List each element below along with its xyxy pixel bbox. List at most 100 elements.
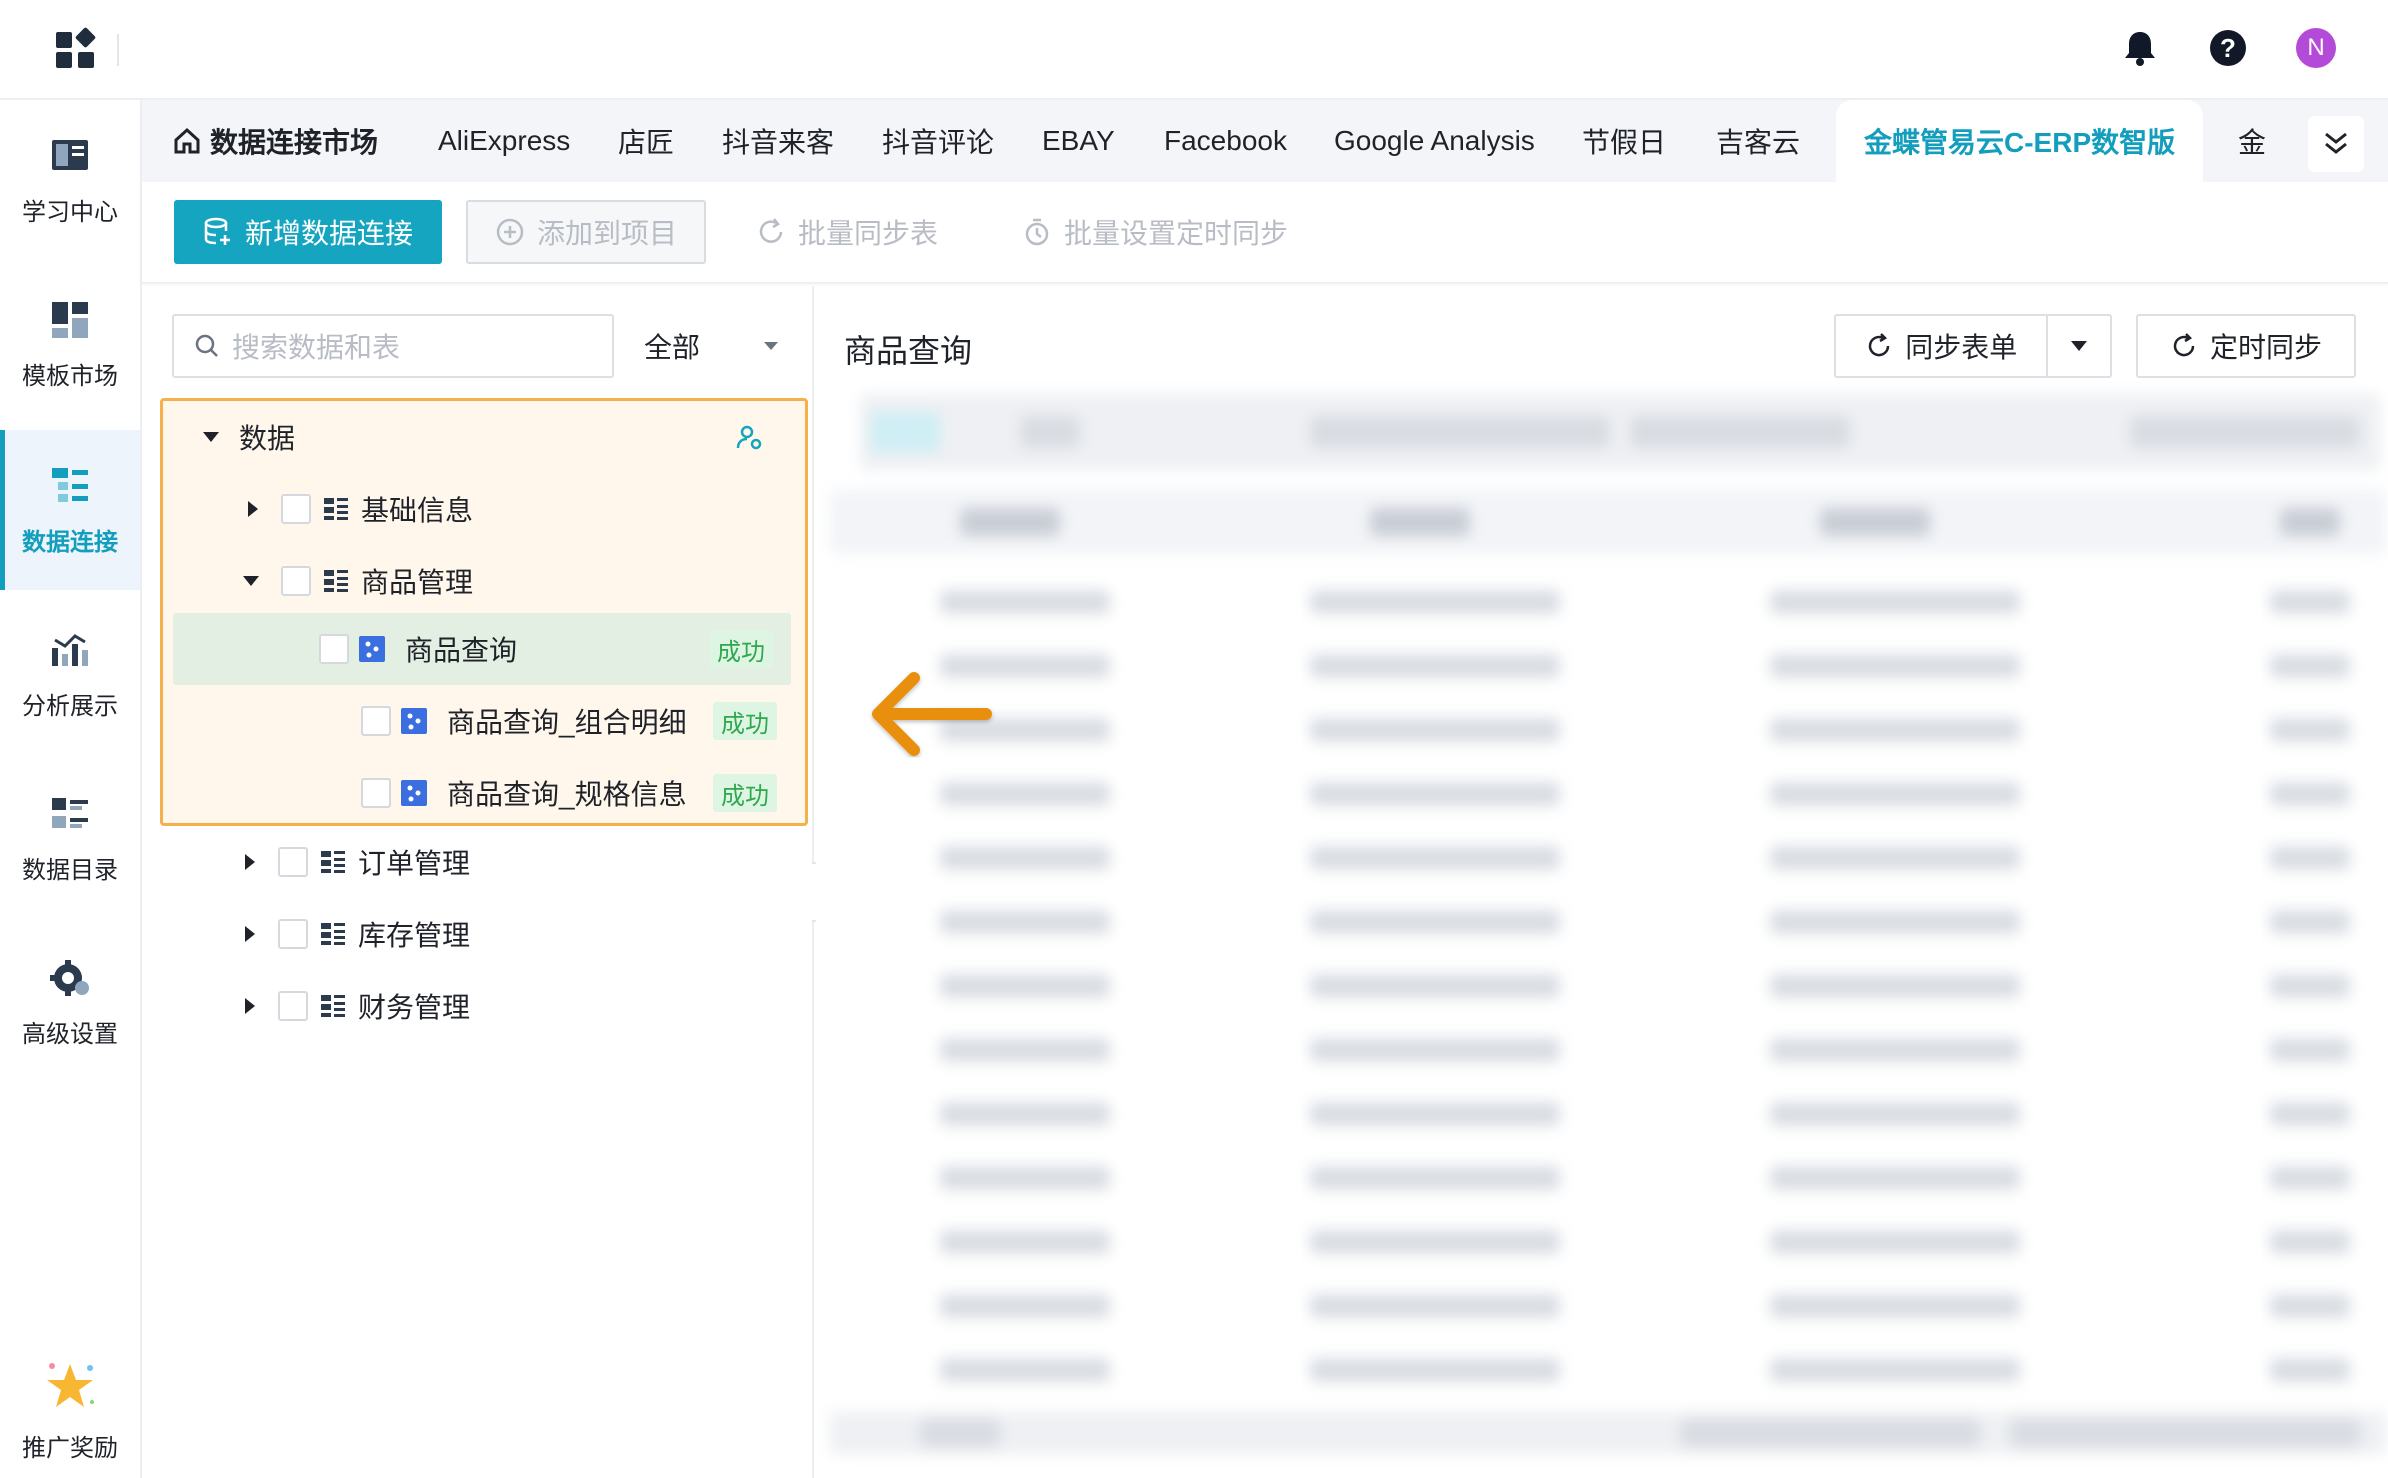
avatar-letter: N — [2296, 28, 2336, 68]
tree-node-label: 库存管理 — [358, 920, 471, 951]
search-placeholder: 搜索数据和表 — [232, 332, 401, 363]
tab-overflow[interactable]: 金 — [2238, 100, 2266, 182]
tree-node-product-query[interactable]: 商品查询 成功 — [173, 613, 791, 685]
help-icon[interactable]: ? — [2208, 28, 2248, 68]
tree-node-label: 商品查询_组合明细 — [447, 707, 687, 738]
data-catalog-icon — [52, 797, 88, 828]
tab-dianjiang[interactable]: 店匠 — [618, 100, 674, 182]
tab-douyin-laike[interactable]: 抖音来客 — [722, 100, 834, 182]
batch-schedule-sync-button[interactable]: 批量设置定时同步 — [1022, 200, 1288, 264]
tree-node-label: 数据 — [239, 423, 296, 454]
sidebar-item-template-market[interactable]: 模板市场 — [0, 264, 140, 424]
tree-node-product-query-spec[interactable]: 商品查询_规格信息 成功 — [163, 757, 805, 829]
toolbar: 新增数据连接 添加到项目 批量同步表 批量设置定时同步 — [142, 182, 2388, 284]
template-market-icon — [52, 301, 88, 338]
add-to-project-button[interactable]: 添加到项目 — [466, 200, 706, 264]
add-data-connection-button[interactable]: 新增数据连接 — [174, 200, 442, 264]
sync-table-button[interactable]: 同步表单 — [1836, 316, 2049, 376]
top-bar: ? N — [0, 0, 2388, 100]
table-icon — [401, 780, 427, 806]
caret-right-icon — [240, 852, 260, 872]
home-icon — [174, 127, 200, 154]
tree-checkbox[interactable] — [361, 778, 391, 808]
app-grid-icon[interactable] — [56, 26, 97, 68]
sidebar-item-data-connection[interactable]: 数据连接 — [0, 430, 140, 590]
tab-label: Google Analysis — [1334, 125, 1535, 156]
tree-node-inventory-mgmt[interactable]: 库存管理 — [160, 898, 802, 970]
analysis-icon — [52, 633, 88, 666]
tree-node-label: 商品查询_规格信息 — [447, 779, 687, 810]
tab-home[interactable]: 数据连接市场 — [172, 100, 378, 182]
blurred-table-preview — [830, 394, 2386, 1454]
tab-label: EBAY — [1042, 125, 1115, 156]
sidebar-item-label: 学习中心 — [22, 198, 118, 226]
sync-table-group: 同步表单 — [1834, 314, 2112, 378]
button-label: 批量同步表 — [798, 218, 939, 249]
tree-checkbox[interactable] — [281, 566, 311, 596]
refresh-icon — [2173, 333, 2195, 357]
refresh-icon — [1869, 333, 1890, 357]
tab-facebook[interactable]: Facebook — [1164, 100, 1287, 182]
tree-checkbox[interactable] — [281, 494, 311, 524]
sidebar-item-advanced-settings[interactable]: 高级设置 — [0, 922, 140, 1082]
tab-jikeyun[interactable]: 吉客云 — [1716, 100, 1800, 182]
batch-sync-button[interactable]: 批量同步表 — [756, 200, 938, 264]
star-icon — [47, 1362, 94, 1407]
data-tree-panel: 搜索数据和表 全部 数据 基础信息 商品管理 商品查询 成功 商品查询_组合明细… — [142, 286, 814, 1478]
tree-node-root[interactable]: 数据 — [163, 401, 805, 473]
tab-douyin-comments[interactable]: 抖音评论 — [882, 100, 994, 182]
caret-right-icon — [240, 996, 260, 1016]
filter-value: 全部 — [644, 332, 701, 363]
tree-node-order-mgmt[interactable]: 订单管理 — [160, 826, 802, 898]
double-chevron-down-icon — [2325, 132, 2347, 154]
tab-label: 吉客云 — [1716, 127, 1801, 158]
filter-select[interactable]: 全部 — [642, 314, 792, 378]
tree-checkbox[interactable] — [278, 847, 308, 877]
tree-checkbox[interactable] — [278, 991, 308, 1021]
tab-label: 节假日 — [1582, 127, 1667, 158]
tree-node-label: 财务管理 — [358, 992, 471, 1023]
tab-label: 抖音评论 — [882, 127, 995, 158]
sidebar-item-analysis[interactable]: 分析展示 — [0, 594, 140, 754]
button-label: 新增数据连接 — [244, 218, 413, 249]
tab-label: AliExpress — [438, 125, 571, 156]
bell-icon[interactable] — [2120, 28, 2160, 68]
sidebar-item-promo[interactable]: 推广奖励 — [0, 1330, 140, 1478]
tab-label: 金蝶管易云C-ERP数智版 — [1864, 127, 2176, 158]
search-input[interactable]: 搜索数据和表 — [172, 314, 614, 378]
tab-kingdee-guanyiyun[interactable]: 金蝶管易云C-ERP数智版 — [1836, 100, 2204, 182]
tab-holidays[interactable]: 节假日 — [1582, 100, 1666, 182]
tree-checkbox[interactable] — [361, 706, 391, 736]
stopwatch-icon — [1025, 218, 1049, 246]
tree-node-finance-mgmt[interactable]: 财务管理 — [160, 970, 802, 1042]
folder-table-icon — [321, 851, 345, 873]
user-settings-icon[interactable] — [735, 423, 763, 458]
topbar-divider — [117, 34, 119, 66]
tree-checkbox[interactable] — [319, 634, 349, 664]
tab-google-analysis[interactable]: Google Analysis — [1334, 100, 1535, 182]
plus-circle-icon — [496, 218, 524, 246]
tab-aliexpress[interactable]: AliExpress — [438, 100, 570, 182]
folder-table-icon — [324, 498, 348, 520]
sidebar-item-label: 数据目录 — [22, 856, 118, 884]
sync-options-dropdown[interactable] — [2048, 316, 2110, 376]
tree-node-basic-info[interactable]: 基础信息 — [163, 473, 805, 545]
status-badge: 成功 — [713, 774, 777, 812]
tab-ebay[interactable]: EBAY — [1042, 100, 1115, 182]
expand-tabs-button[interactable] — [2308, 116, 2364, 172]
tree-node-product-mgmt[interactable]: 商品管理 — [163, 545, 805, 617]
caret-down-icon — [241, 571, 261, 591]
folder-table-icon — [324, 570, 348, 592]
tree-checkbox[interactable] — [278, 919, 308, 949]
refresh-icon — [759, 218, 783, 243]
tree-node-product-query-combo[interactable]: 商品查询_组合明细 成功 — [163, 685, 805, 757]
sidebar-item-learning-center[interactable]: 学习中心 — [0, 100, 140, 260]
connector-tabs: 数据连接市场 AliExpress 店匠 抖音来客 抖音评论 EBAY Face… — [142, 100, 2388, 182]
sidebar-item-data-catalog[interactable]: 数据目录 — [0, 758, 140, 918]
scheduled-sync-button[interactable]: 定时同步 — [2136, 314, 2356, 378]
folder-table-icon — [321, 995, 345, 1017]
button-label: 批量设置定时同步 — [1064, 218, 1289, 249]
avatar[interactable]: N — [2296, 28, 2336, 68]
tab-label: 抖音来客 — [722, 127, 835, 158]
database-add-icon — [204, 217, 230, 245]
